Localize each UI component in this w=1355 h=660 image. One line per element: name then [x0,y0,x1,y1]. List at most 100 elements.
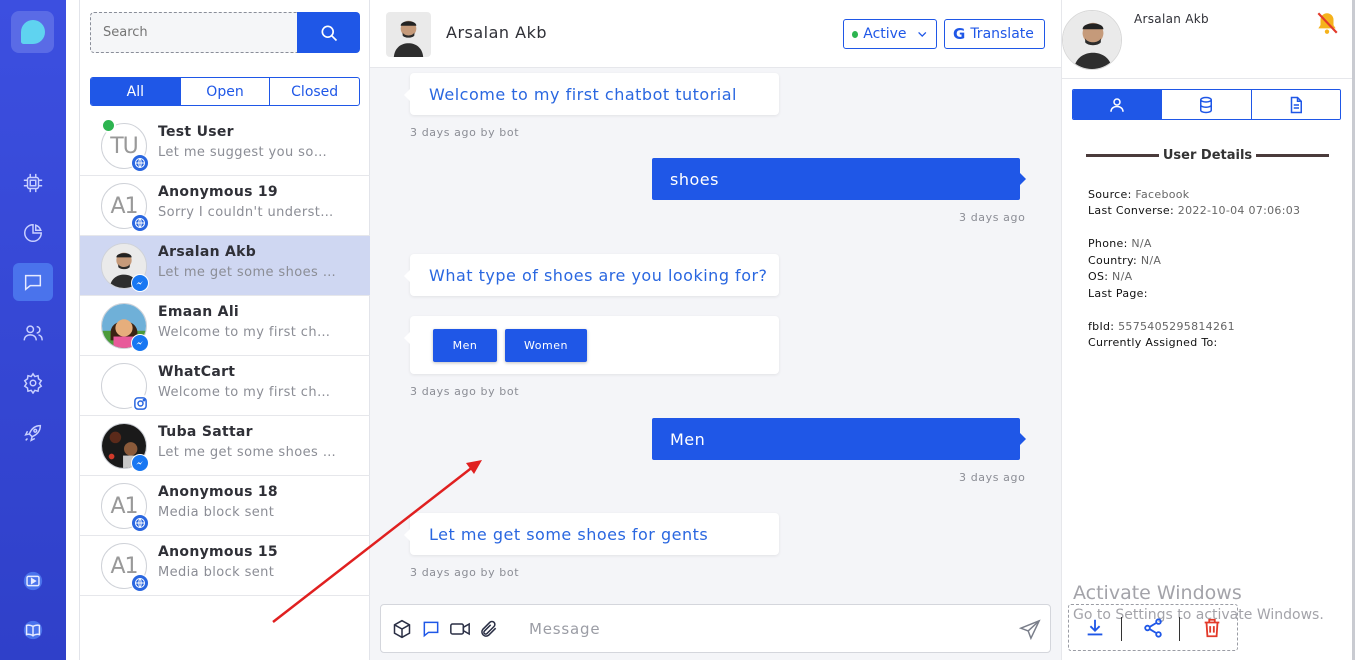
conversation-filter-tabs: All Open Closed [90,77,360,106]
details-tabs [1072,89,1341,120]
messenger-icon [136,280,143,285]
conversation-row[interactable]: Tuba Sattar Let me get some shoes for ge… [80,416,370,476]
detail-last-page: Last Page: [1088,287,1148,300]
last-message-preview: Welcome to my first chatbot tutorial [158,325,336,340]
filter-tab-open[interactable]: Open [181,78,271,105]
message-input[interactable] [529,615,999,643]
user-avatar [1062,10,1122,70]
chevron-down-icon [917,31,926,37]
search-button[interactable] [297,12,360,53]
message-icon [24,274,42,291]
contact-name: Test User [158,124,234,140]
detail-phone: Phone: N/A [1088,237,1152,250]
tab-database[interactable] [1162,90,1252,119]
trash-icon[interactable] [1201,617,1223,639]
tab-notes[interactable] [1251,90,1340,119]
user-icon [1110,97,1124,112]
search-bar [90,12,360,53]
deploy-nav[interactable] [13,414,53,452]
send-icon[interactable] [1019,619,1041,641]
bot-message: Let me get some shoes for gents [404,513,779,555]
last-message-preview: Welcome to my first chatbot tutorial [158,385,336,400]
conversation-row[interactable]: A1 Anonymous 18 Media block sent [80,476,370,536]
chat-bubble-icon[interactable] [421,619,441,639]
video-play-icon [23,571,43,591]
translate-button[interactable]: G Translate [944,19,1045,49]
database-icon [1200,96,1213,113]
bot-builder-nav[interactable] [13,164,53,202]
paperclip-icon[interactable] [479,619,499,639]
message-meta: 3 days ago by bot [410,126,520,139]
bell-muted-icon[interactable] [1314,10,1340,36]
conversation-actions [1068,604,1238,651]
conversation-row[interactable]: A1 Anonymous 15 Media block sent [80,536,370,596]
quick-reply-women[interactable]: Women [505,329,587,362]
filter-tab-closed[interactable]: Closed [270,78,359,105]
filter-tab-all[interactable]: All [91,78,181,105]
docs-nav[interactable] [13,611,53,649]
tab-user-profile[interactable] [1073,90,1163,119]
share-icon[interactable] [1142,617,1164,639]
messenger-channel-badge [131,274,149,292]
chat-contact-name: Arsalan Akb [446,23,548,42]
globe-icon [135,218,145,228]
user-name: Arsalan Akb [1134,12,1209,26]
status-label: Active [863,26,907,42]
conversation-row[interactable]: TU Test User Let me suggest you somethin… [80,116,370,176]
conversation-row[interactable]: A1 Anonymous 19 Sorry I couldn't underst… [80,176,370,236]
google-g-icon: G [953,25,966,43]
contact-name: Emaan Ali [158,304,240,320]
detail-assigned-to: Currently Assigned To: [1088,336,1218,349]
online-status-dot [101,118,116,133]
chat-bubble-logo-icon [20,20,45,44]
conversation-row[interactable]: WhatCart Welcome to my first chatbot tut… [80,356,370,416]
last-message-preview: Let me get some shoes for gents [158,445,336,460]
book-icon [23,620,43,640]
contact-name: Anonymous 18 [158,484,278,500]
last-message-preview: Sorry I couldn't understand that [158,205,336,220]
users-nav[interactable] [13,314,53,352]
globe-icon [135,158,145,168]
contact-name: Tuba Sattar [158,424,253,440]
tutorial-video-nav[interactable] [13,562,53,600]
detail-last-converse: Last Converse: 2022-10-04 07:06:03 [1088,204,1301,217]
search-icon [321,25,337,41]
messenger-icon [136,340,143,345]
status-dropdown[interactable]: Active [843,19,937,49]
download-icon[interactable] [1084,617,1106,639]
gear-icon [23,372,43,394]
detail-os: OS: N/A [1088,270,1133,283]
conversation-row[interactable]: Emaan Ali Welcome to my first chatbot tu… [80,296,370,356]
quick-reply-men[interactable]: Men [433,329,497,362]
detail-fbid: fbId: 5575405295814261 [1088,320,1235,333]
section-title: User Details [1162,147,1253,163]
last-message-preview: Media block sent [158,505,275,520]
contact-name: Arsalan Akb [158,244,257,260]
contact-name: WhatCart [158,364,236,380]
globe-icon [135,518,145,528]
inbox-nav[interactable] [13,263,53,301]
messenger-channel-badge [131,454,149,472]
app-nav-rail [0,0,66,660]
last-message-preview: Media block sent [158,565,275,580]
settings-nav[interactable] [13,364,53,402]
messenger-icon [136,460,143,465]
message-meta: 3 days ago [959,211,1026,224]
translate-label: Translate [970,26,1034,42]
message-composer [380,604,1051,653]
web-channel-badge [131,154,149,172]
cube-icon[interactable] [392,619,412,639]
divider [1179,617,1180,641]
app-logo[interactable] [11,11,54,53]
chip-icon [23,173,43,193]
message-meta: 3 days ago by bot [410,385,520,398]
instagram-channel-badge [131,394,149,412]
analytics-nav[interactable] [13,214,53,252]
users-icon [23,325,43,341]
video-camera-icon[interactable] [449,619,471,639]
pie-chart-icon [24,224,42,242]
heading-rule [1086,153,1159,157]
conversation-row-selected[interactable]: Arsalan Akb Let me get some shoes for ge… [80,236,370,296]
search-input[interactable] [90,12,298,53]
bot-message: What type of shoes are you looking for? [404,254,779,296]
